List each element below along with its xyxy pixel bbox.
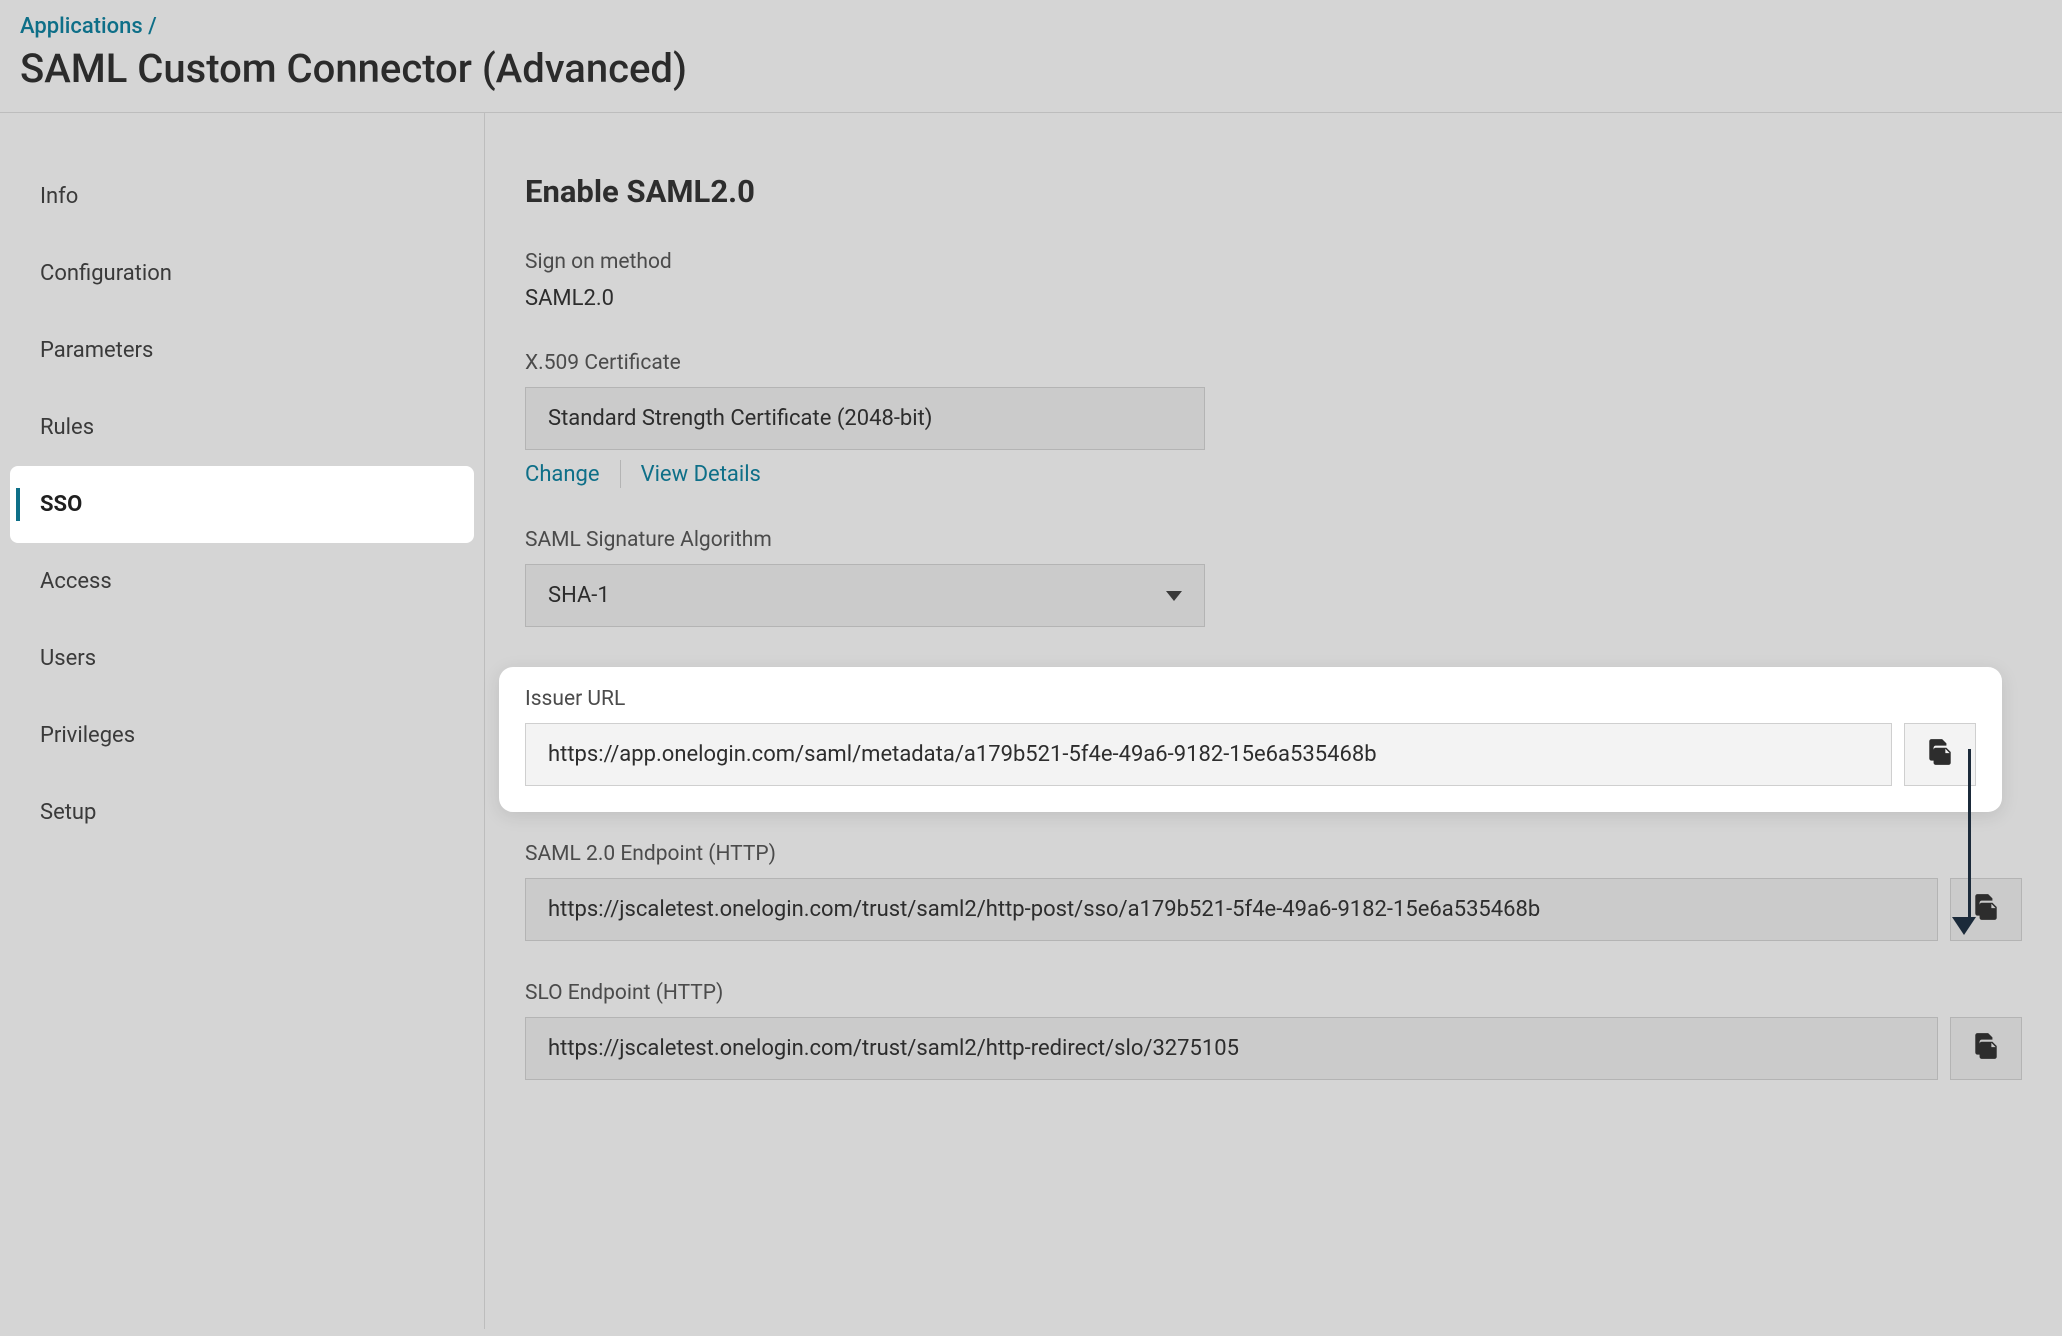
copy-icon	[1927, 737, 1953, 772]
saml-endpoint-label: SAML 2.0 Endpoint (HTTP)	[525, 842, 2022, 866]
copy-icon	[1973, 1031, 1999, 1066]
copy-icon	[1973, 892, 1999, 927]
section-title: Enable SAML2.0	[525, 173, 2022, 210]
breadcrumb[interactable]: Applications /	[20, 14, 2042, 39]
sidebar-item-users[interactable]: Users	[10, 620, 474, 697]
chevron-down-icon	[1166, 591, 1182, 601]
link-divider	[620, 460, 621, 488]
change-link[interactable]: Change	[525, 462, 600, 487]
copy-issuer-button[interactable]	[1904, 723, 1976, 786]
page-header: Applications / SAML Custom Connector (Ad…	[0, 0, 2062, 113]
sidebar-item-rules[interactable]: Rules	[10, 389, 474, 466]
sign-on-method-label: Sign on method	[525, 250, 2022, 274]
certificate-value: Standard Strength Certificate (2048-bit)	[525, 387, 1205, 450]
algorithm-label: SAML Signature Algorithm	[525, 528, 2022, 552]
issuer-url-label: Issuer URL	[525, 687, 1976, 711]
copy-saml-endpoint-button[interactable]	[1950, 878, 2022, 941]
sign-on-method-value: SAML2.0	[525, 286, 2022, 311]
main-panel: Enable SAML2.0 Sign on method SAML2.0 X.…	[485, 113, 2062, 1329]
sidebar-item-info[interactable]: Info	[10, 158, 474, 235]
slo-endpoint-value[interactable]: https://jscaletest.onelogin.com/trust/sa…	[525, 1017, 1938, 1080]
sidebar-item-setup[interactable]: Setup	[10, 774, 474, 851]
algorithm-select[interactable]: SHA-1	[525, 564, 1205, 627]
sidebar-item-sso[interactable]: SSO	[10, 466, 474, 543]
slo-endpoint-label: SLO Endpoint (HTTP)	[525, 981, 2022, 1005]
page-title: SAML Custom Connector (Advanced)	[20, 45, 2042, 92]
sidebar: Info Configuration Parameters Rules SSO …	[0, 113, 485, 1329]
sidebar-item-privileges[interactable]: Privileges	[10, 697, 474, 774]
saml-endpoint-value[interactable]: https://jscaletest.onelogin.com/trust/sa…	[525, 878, 1938, 941]
issuer-url-value[interactable]: https://app.onelogin.com/saml/metadata/a…	[525, 723, 1892, 786]
issuer-highlight-card: Issuer URL https://app.onelogin.com/saml…	[499, 667, 2002, 812]
sidebar-item-access[interactable]: Access	[10, 543, 474, 620]
certificate-label: X.509 Certificate	[525, 351, 2022, 375]
sidebar-item-parameters[interactable]: Parameters	[10, 312, 474, 389]
copy-slo-endpoint-button[interactable]	[1950, 1017, 2022, 1080]
algorithm-value: SHA-1	[548, 583, 610, 608]
view-details-link[interactable]: View Details	[641, 462, 761, 487]
sidebar-item-configuration[interactable]: Configuration	[10, 235, 474, 312]
